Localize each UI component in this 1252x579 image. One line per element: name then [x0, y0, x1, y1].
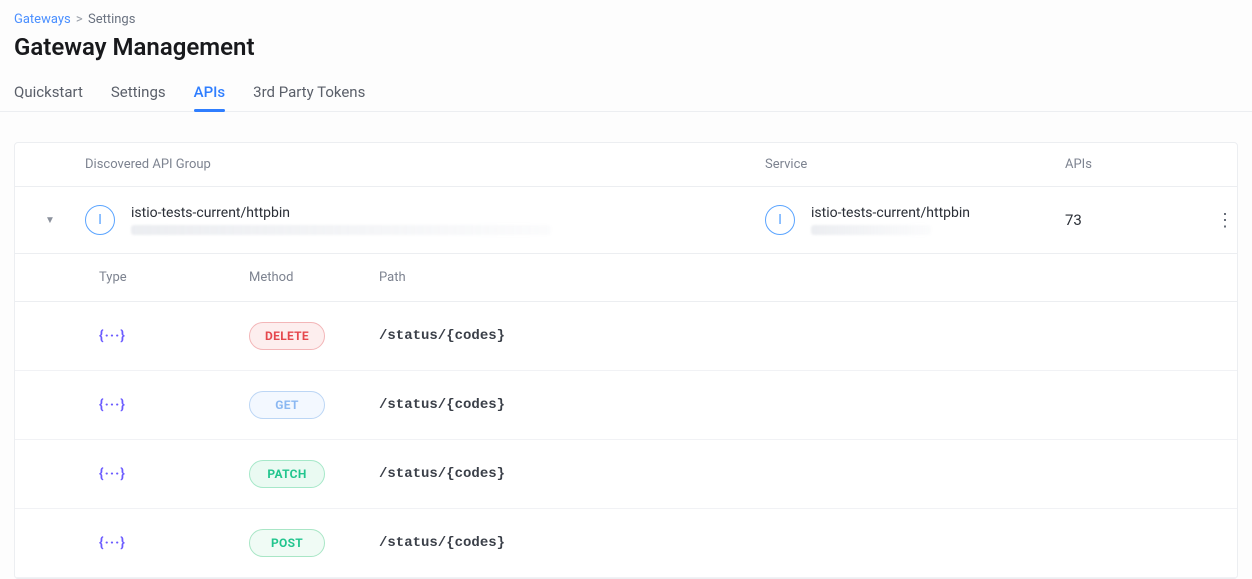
api-path: /status/{codes} — [379, 466, 1237, 482]
column-header-service: Service — [765, 157, 1065, 172]
api-subheader: Type Method Path — [15, 254, 1237, 302]
api-groups-card: Discovered API Group Service APIs ▼ I is… — [14, 142, 1238, 579]
method-badge: GET — [249, 391, 325, 419]
group-name: istio-tests-current/httpbin — [131, 205, 551, 221]
service-avatar-icon: I — [765, 205, 795, 235]
openapi-type-icon: {···} — [99, 397, 249, 413]
tab-settings[interactable]: Settings — [111, 75, 166, 111]
service-name: istio-tests-current/httpbin — [811, 205, 970, 221]
openapi-type-icon: {···} — [99, 328, 249, 344]
tabs: Quickstart Settings APIs 3rd Party Token… — [0, 75, 1252, 112]
tab-quickstart[interactable]: Quickstart — [14, 75, 83, 111]
method-badge: PATCH — [249, 460, 325, 488]
column-header-group: Discovered API Group — [85, 157, 765, 172]
method-badge: POST — [249, 529, 325, 557]
group-subtext-redacted — [131, 225, 551, 235]
api-path: /status/{codes} — [379, 535, 1237, 551]
row-menu-button[interactable]: ⋮ — [1205, 210, 1245, 231]
api-row[interactable]: {···} POST /status/{codes} — [15, 509, 1237, 578]
subcolumn-path: Path — [379, 270, 1237, 285]
breadcrumb: Gateways > Settings — [14, 12, 1238, 27]
breadcrumb-gateways[interactable]: Gateways — [14, 12, 71, 27]
tab-apis[interactable]: APIs — [194, 75, 226, 111]
openapi-type-icon: {···} — [99, 535, 249, 551]
method-badge: DELETE — [249, 322, 325, 350]
api-count: 73 — [1065, 211, 1205, 229]
service-subtext-redacted — [811, 225, 931, 235]
breadcrumb-separator: > — [76, 12, 83, 27]
kebab-icon: ⋮ — [1216, 210, 1234, 231]
group-row[interactable]: ▼ I istio-tests-current/httpbin I istio-… — [15, 187, 1237, 254]
openapi-type-icon: {···} — [99, 466, 249, 482]
subcolumn-type: Type — [99, 270, 249, 285]
column-header-apis: APIs — [1065, 157, 1205, 172]
page-title: Gateway Management — [14, 33, 1238, 61]
api-path: /status/{codes} — [379, 397, 1237, 413]
api-path: /status/{codes} — [379, 328, 1237, 344]
tab-tokens[interactable]: 3rd Party Tokens — [253, 75, 365, 111]
api-row[interactable]: {···} GET /status/{codes} — [15, 371, 1237, 440]
api-row[interactable]: {···} PATCH /status/{codes} — [15, 440, 1237, 509]
group-avatar-icon: I — [85, 205, 115, 235]
group-table-header: Discovered API Group Service APIs — [15, 143, 1237, 187]
caret-down-icon[interactable]: ▼ — [45, 215, 55, 226]
api-row[interactable]: {···} DELETE /status/{codes} — [15, 302, 1237, 371]
subcolumn-method: Method — [249, 270, 379, 285]
breadcrumb-current: Settings — [88, 12, 135, 27]
